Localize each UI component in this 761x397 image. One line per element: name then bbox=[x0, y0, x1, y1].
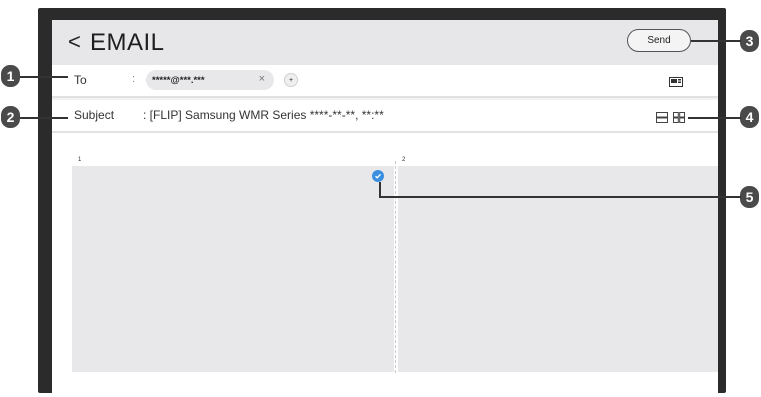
page-number-1: 1 bbox=[78, 157, 82, 163]
to-row: To : *****@***.*** × + bbox=[52, 65, 718, 98]
email-screen: < EMAIL Send To : *****@***.*** × + Subj… bbox=[52, 20, 718, 393]
subject-label: Subject bbox=[74, 108, 115, 122]
callout-line-5 bbox=[379, 196, 741, 198]
page-divider bbox=[395, 161, 397, 373]
page-title: EMAIL bbox=[90, 29, 165, 56]
subject-value[interactable]: : [FLIP] Samsung WMR Series ****-**-**, … bbox=[143, 108, 384, 122]
callout-badge-5: 5 bbox=[740, 186, 759, 208]
back-button[interactable]: < bbox=[68, 30, 81, 54]
callout-badge-1: 1 bbox=[1, 65, 20, 87]
layout-grid-icon[interactable] bbox=[673, 110, 685, 128]
layout-single-icon[interactable] bbox=[656, 110, 668, 128]
callout-line-2 bbox=[20, 117, 68, 119]
page-preview-area: 1 2 bbox=[52, 133, 718, 393]
add-recipient-button[interactable]: + bbox=[284, 73, 298, 87]
subject-row: Subject : [FLIP] Samsung WMR Series ****… bbox=[52, 100, 718, 133]
callout-line-1 bbox=[20, 76, 68, 78]
callout-line-4 bbox=[688, 117, 741, 119]
callout-line-3 bbox=[691, 40, 741, 42]
keyboard-icon[interactable] bbox=[669, 74, 683, 92]
to-colon: : bbox=[132, 73, 136, 85]
header-bar: < EMAIL Send bbox=[52, 20, 718, 65]
to-label: To bbox=[74, 73, 87, 87]
page-thumbnail-1[interactable] bbox=[72, 166, 394, 372]
remove-recipient-button[interactable]: × bbox=[259, 73, 265, 85]
recipient-chip[interactable]: *****@***.*** × bbox=[146, 70, 274, 90]
recipient-address: *****@***.*** bbox=[152, 74, 205, 86]
callout-badge-4: 4 bbox=[740, 106, 759, 128]
callout-badge-3: 3 bbox=[740, 30, 759, 52]
check-circle-icon[interactable] bbox=[372, 170, 384, 182]
callout-badge-2: 2 bbox=[1, 106, 20, 128]
send-button[interactable]: Send bbox=[627, 29, 691, 52]
page-number-2: 2 bbox=[402, 157, 406, 163]
